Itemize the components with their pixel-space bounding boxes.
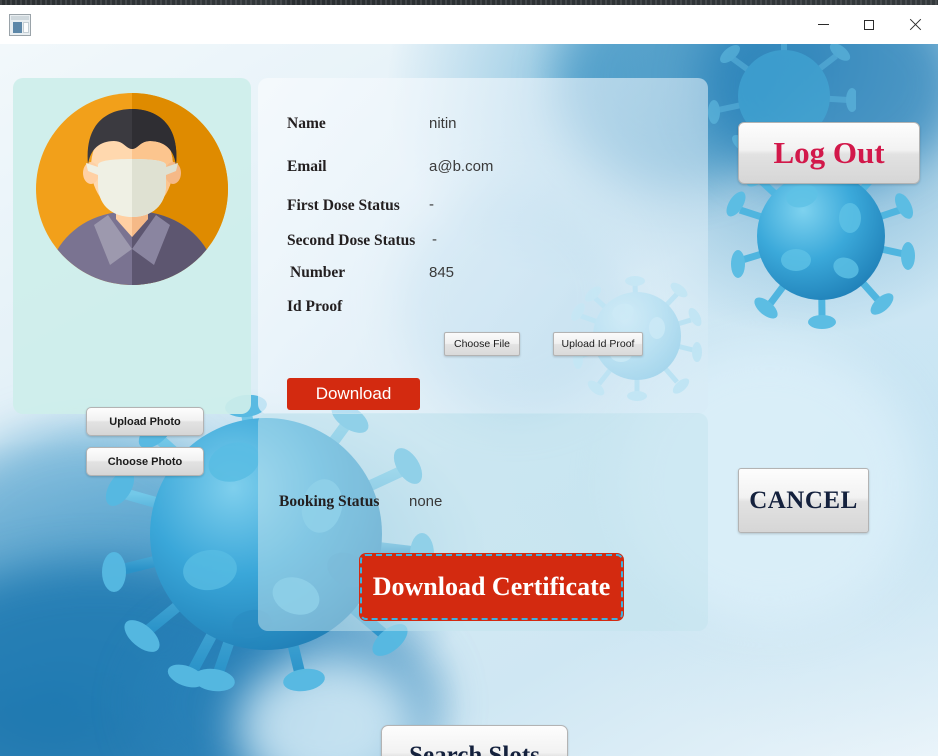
- field-label-first-dose-status: First Dose Status: [287, 197, 400, 214]
- booking-status-value: none: [409, 493, 443, 510]
- window-controls: [800, 5, 938, 44]
- booking-status-label: Booking Status: [279, 493, 380, 510]
- window-titlebar: [0, 5, 938, 44]
- app-window-icon: [9, 13, 31, 36]
- masked-person-icon: [46, 109, 218, 285]
- search-slots-button[interactable]: Search Slots: [381, 725, 568, 756]
- window-client-area: Upload Photo Choose Photo Name nitin Ema…: [0, 44, 938, 756]
- minimize-icon: [817, 24, 829, 25]
- field-label-name: Name: [287, 115, 326, 132]
- cancel-button[interactable]: CANCEL: [738, 468, 869, 533]
- download-button[interactable]: Download: [287, 378, 420, 410]
- field-value-second-dose-status: -: [432, 231, 437, 248]
- field-label-id-proof: Id Proof: [287, 298, 343, 315]
- field-value-email: a@b.com: [429, 158, 494, 175]
- field-label-second-dose-status: Second Dose Status: [287, 232, 416, 249]
- field-value-first-dose-status: -: [429, 196, 434, 213]
- application-window: Upload Photo Choose Photo Name nitin Ema…: [0, 5, 938, 756]
- maximize-button[interactable]: [846, 5, 892, 44]
- upload-id-proof-button[interactable]: Upload Id Proof: [553, 332, 643, 356]
- field-value-name: nitin: [429, 115, 457, 132]
- screenshot-root: Upload Photo Choose Photo Name nitin Ema…: [0, 0, 938, 756]
- field-label-number: Number: [290, 264, 346, 281]
- choose-file-button[interactable]: Choose File: [444, 332, 520, 356]
- upload-photo-button[interactable]: Upload Photo: [86, 407, 204, 436]
- minimize-button[interactable]: [800, 5, 846, 44]
- choose-photo-button[interactable]: Choose Photo: [86, 447, 204, 476]
- close-icon: [909, 19, 921, 31]
- profile-photo-panel: Upload Photo Choose Photo: [13, 78, 251, 476]
- maximize-icon: [864, 19, 874, 30]
- logout-button[interactable]: Log Out: [738, 122, 920, 184]
- avatar: [36, 93, 228, 285]
- close-button[interactable]: [892, 5, 938, 44]
- field-value-number: 845: [429, 264, 455, 281]
- field-label-email: Email: [287, 158, 327, 175]
- download-certificate-button[interactable]: Download Certificate: [359, 553, 624, 621]
